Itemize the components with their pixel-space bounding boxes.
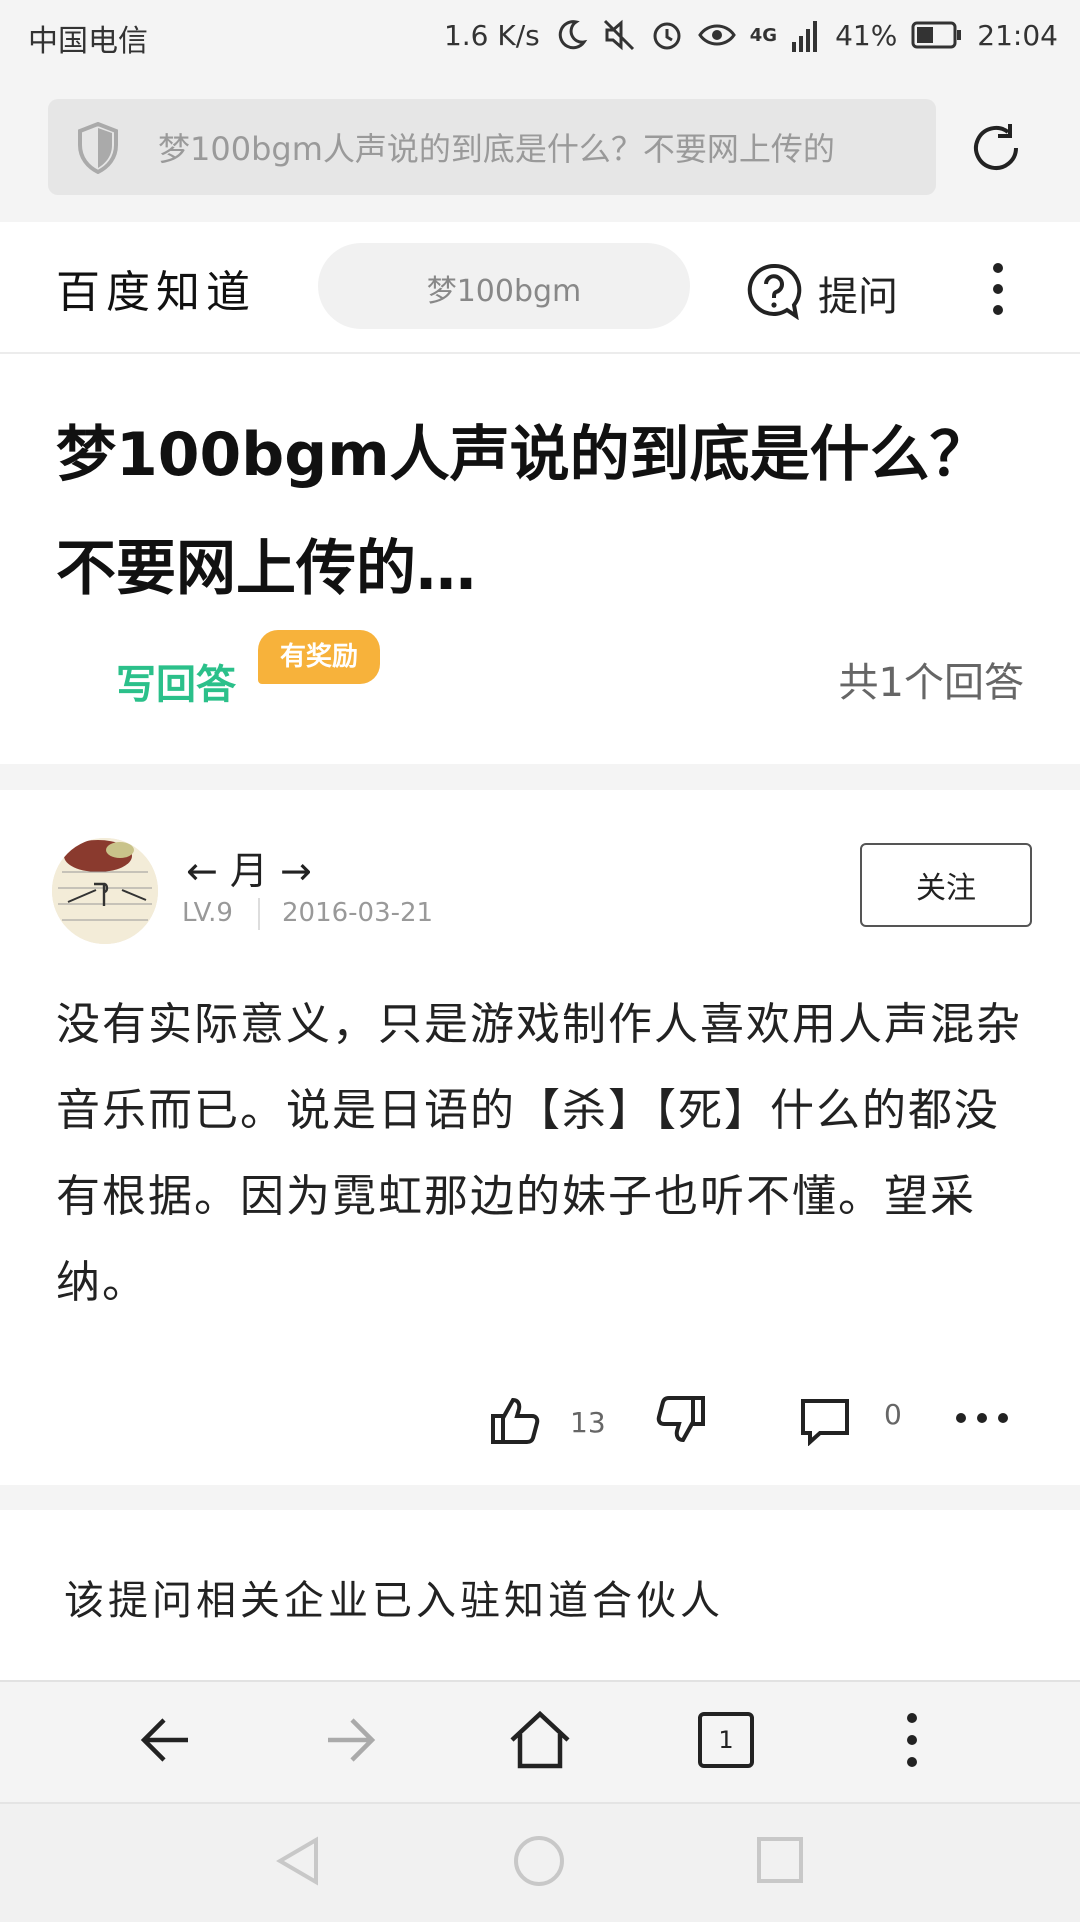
- shield-icon: [78, 122, 118, 174]
- alarm-icon: [653, 22, 681, 50]
- nav-back-icon[interactable]: [276, 1836, 322, 1886]
- more-horizontal-icon[interactable]: [954, 1410, 1010, 1426]
- signal-icon: [792, 21, 818, 52]
- answer-count[interactable]: 共1个回答: [839, 650, 1024, 708]
- nav-home-icon[interactable]: [512, 1834, 566, 1888]
- like-count: 13: [570, 1406, 606, 1439]
- eye-icon: [697, 24, 736, 46]
- write-answer-button[interactable]: 写回答: [116, 652, 236, 710]
- home-icon[interactable]: [508, 1710, 572, 1770]
- user-level: LV.9: [182, 898, 233, 928]
- answer-username[interactable]: ← 月 →: [186, 840, 312, 895]
- carrier-label: 中国电信: [28, 24, 148, 59]
- moon-icon: [558, 20, 587, 50]
- answer-text: 没有实际意义，只是游戏制作人喜欢用人声混杂音乐而已。说是日语的【杀】【死】什么的…: [56, 999, 1022, 1308]
- status-icons: 1.6 K/s 4G 41% 21:04: [444, 18, 1058, 52]
- more-vertical-icon[interactable]: [990, 262, 1006, 316]
- avatar-image: [52, 838, 158, 944]
- reward-badge: 有奖励: [258, 630, 381, 684]
- battery-icon: [911, 21, 962, 49]
- search-chip-label[interactable]: 梦100bgm: [318, 266, 690, 310]
- mute-icon: [603, 19, 634, 51]
- tabs-button[interactable]: 1: [698, 1712, 754, 1768]
- related-partner-text[interactable]: 该提问相关企业已入驻知道合伙人: [64, 1568, 724, 1626]
- reload-icon[interactable]: [966, 118, 1026, 178]
- comment-count: 0: [884, 1398, 902, 1431]
- answer-date: 2016-03-21: [282, 898, 434, 928]
- back-arrow-icon[interactable]: [138, 1712, 194, 1768]
- network-type: 4G: [749, 24, 778, 46]
- address-text[interactable]: 梦100bgm人声说的到底是什么？不要网上传的: [158, 124, 918, 170]
- clock: 21:04: [977, 18, 1058, 52]
- meta-divider: [258, 898, 260, 930]
- network-speed: 1.6 K/s: [443, 18, 540, 52]
- site-logo[interactable]: 百度知道: [56, 256, 256, 320]
- thumbs-down-icon[interactable]: [654, 1394, 706, 1446]
- menu-icon[interactable]: [904, 1712, 920, 1768]
- follow-button[interactable]: 关注: [860, 843, 1032, 927]
- question-title: 梦100bgm人声说的到底是什么？不要网上传的…: [56, 420, 990, 604]
- question-icon[interactable]: [744, 262, 804, 320]
- avatar[interactable]: [52, 838, 158, 944]
- ask-button[interactable]: 提问: [818, 264, 898, 322]
- comment-icon[interactable]: [800, 1398, 850, 1446]
- battery-percent: 41%: [835, 18, 898, 52]
- forward-arrow-icon[interactable]: [322, 1712, 378, 1768]
- thumbs-up-icon[interactable]: [490, 1394, 542, 1446]
- nav-recent-apps-icon[interactable]: [756, 1836, 804, 1884]
